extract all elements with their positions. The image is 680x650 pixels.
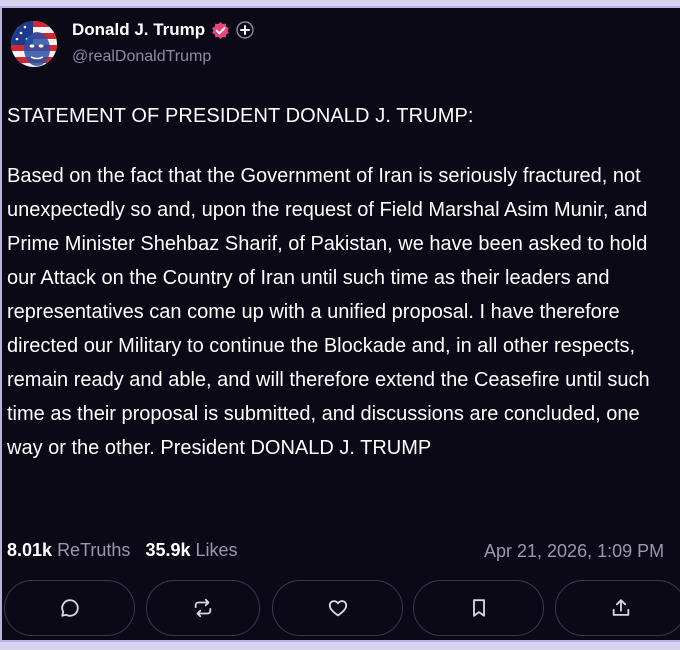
post-timestamp[interactable]: Apr 21, 2026, 1:09 PM <box>484 541 664 562</box>
bookmark-button[interactable] <box>413 580 544 636</box>
comment-icon <box>60 599 79 617</box>
retruth-button[interactable] <box>146 580 260 636</box>
like-button[interactable] <box>272 580 403 636</box>
retruth-icon <box>194 598 212 618</box>
plus-badge-icon <box>236 21 254 39</box>
retruths-label[interactable]: ReTruths <box>57 540 130 560</box>
heart-icon <box>328 600 347 617</box>
avatar-image <box>11 21 57 67</box>
reply-button[interactable] <box>4 580 135 636</box>
user-handle[interactable]: @realDonaldTrump <box>72 48 211 66</box>
likes-count[interactable]: 35.9k <box>145 540 190 560</box>
engagement-stats: 8.01k ReTruths 35.9k Likes <box>7 540 238 561</box>
post-card: Donald J. Trump @realDonaldTrump STATEME… <box>0 6 680 642</box>
share-icon <box>612 599 629 616</box>
display-name[interactable]: Donald J. Trump <box>72 20 205 40</box>
verified-badge-icon <box>211 21 230 40</box>
post-body: Based on the fact that the Government of… <box>7 165 650 459</box>
display-name-row[interactable]: Donald J. Trump <box>72 20 254 40</box>
post-heading: STATEMENT OF PRESIDENT DONALD J. TRUMP: <box>7 105 474 127</box>
likes-label[interactable]: Likes <box>196 540 238 560</box>
bookmark-icon <box>472 599 485 617</box>
retruths-count[interactable]: 8.01k <box>7 540 52 560</box>
avatar[interactable] <box>11 21 57 67</box>
share-button[interactable] <box>555 580 680 636</box>
